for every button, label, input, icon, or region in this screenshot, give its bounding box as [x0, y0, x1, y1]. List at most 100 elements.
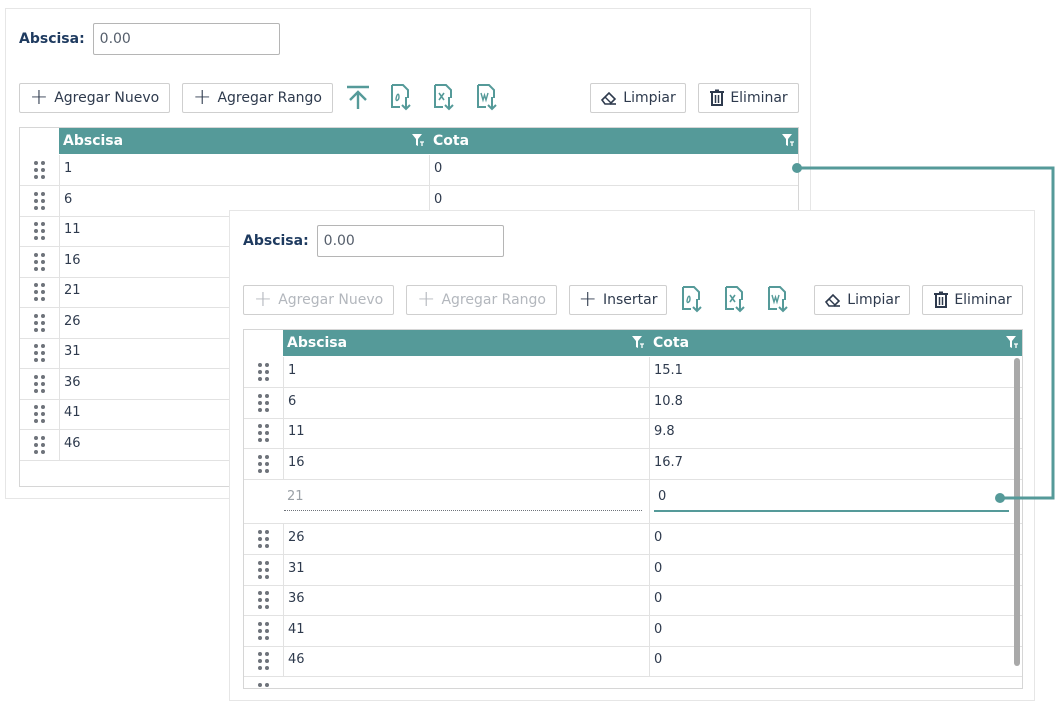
add-range-button[interactable]: + Agregar Rango [182, 83, 333, 113]
delete-button[interactable]: Eliminar [698, 83, 799, 113]
vertical-scrollbar[interactable] [1014, 358, 1020, 666]
drag-handle-icon[interactable] [258, 393, 269, 412]
row-handle[interactable] [20, 399, 59, 429]
word-export-icon[interactable] [764, 285, 792, 313]
row-handle[interactable] [20, 277, 59, 307]
cell-abscisa[interactable]: 41 [283, 615, 649, 646]
drag-handle-icon[interactable] [258, 621, 269, 640]
add-new-button[interactable]: + Agregar Nuevo [243, 285, 394, 315]
add-new-button[interactable]: + Agregar Nuevo [19, 83, 170, 113]
cell-abscisa[interactable]: 1 [59, 155, 429, 185]
row-handle[interactable] [20, 155, 59, 185]
row-handle[interactable] [20, 247, 59, 277]
column-header-cota[interactable]: Cota [429, 128, 798, 154]
drag-handle-icon[interactable] [258, 530, 269, 548]
column-header-abscisa[interactable]: Abscisa [283, 330, 649, 356]
row-handle[interactable] [244, 555, 283, 585]
column-header-cota[interactable]: Cota [649, 330, 1022, 356]
row-handle[interactable] [244, 585, 283, 615]
abscisa-input[interactable] [316, 225, 504, 257]
abscisa-input[interactable] [92, 23, 280, 55]
row-handle[interactable] [20, 216, 59, 246]
drag-handle-icon[interactable] [258, 560, 269, 579]
table-row[interactable]: 10 [20, 155, 798, 186]
cell-abscisa[interactable]: 36 [283, 585, 649, 615]
cell-abscisa[interactable]: 26 [283, 524, 649, 554]
drag-handle-icon[interactable] [258, 683, 269, 688]
table-row[interactable]: 26 0 [244, 524, 1022, 555]
drag-handle-icon[interactable] [34, 252, 45, 271]
row-handle[interactable] [20, 186, 59, 216]
row-handle[interactable] [244, 524, 283, 554]
drag-handle-icon[interactable] [258, 652, 269, 670]
row-handle[interactable] [20, 369, 59, 399]
filter-icon[interactable] [1005, 335, 1019, 349]
row-handle[interactable] [20, 308, 59, 338]
add-range-button[interactable]: + Agregar Rango [406, 285, 557, 315]
row-handle[interactable] [244, 646, 283, 676]
editing-row[interactable]: 21 0 [244, 479, 1022, 524]
row-handle[interactable] [244, 449, 283, 479]
cell-cota[interactable]: 0 [649, 554, 1014, 585]
row-handle[interactable] [244, 418, 283, 448]
cell-cota[interactable]: 16.7 [649, 448, 1014, 479]
drag-handle-icon[interactable] [34, 313, 45, 332]
excel-export-icon[interactable] [721, 285, 749, 313]
cell-abscisa[interactable]: 31 [283, 554, 649, 585]
delete-button[interactable]: Eliminar [922, 285, 1023, 315]
cell-cota[interactable]: 0 [649, 524, 1014, 554]
drag-handle-icon[interactable] [34, 405, 45, 423]
drag-handle-icon[interactable] [258, 363, 269, 381]
cell-cota[interactable]: 15.1 [649, 357, 1014, 387]
drag-handle-icon[interactable] [34, 191, 45, 210]
row-handle[interactable] [20, 430, 59, 460]
table-row[interactable]: 31 0 [244, 554, 1022, 586]
upload-icon[interactable] [344, 83, 372, 111]
word-export-icon[interactable] [473, 83, 501, 111]
cell-cota[interactable]: 0 [649, 615, 1014, 646]
drag-handle-icon[interactable] [34, 283, 45, 301]
filter-icon[interactable] [411, 133, 425, 147]
row-handle[interactable] [244, 616, 283, 646]
pdf-export-icon[interactable] [678, 285, 706, 313]
pdf-export-icon[interactable] [387, 83, 415, 111]
cell-cota[interactable]: 10.8 [649, 387, 1014, 418]
table-row-partial[interactable] [244, 677, 1022, 689]
table-row[interactable]: 36 0 [244, 585, 1022, 616]
drag-handle-icon[interactable] [34, 161, 45, 179]
cell-cota-editing[interactable]: 0 [649, 479, 1014, 523]
table-row[interactable]: 1 15.1 [244, 357, 1022, 388]
cell-abscisa[interactable]: 16 [283, 448, 649, 479]
row-handle[interactable] [244, 357, 283, 387]
filter-icon[interactable] [781, 133, 795, 147]
drag-handle-icon[interactable] [34, 222, 45, 240]
table-row[interactable]: 6 10.8 [244, 387, 1022, 419]
cell-cota[interactable]: 0 [649, 646, 1014, 676]
column-header-abscisa[interactable]: Abscisa [59, 128, 429, 154]
cell-cota[interactable]: 0 [429, 155, 798, 185]
drag-handle-icon[interactable] [258, 591, 269, 609]
insert-button[interactable]: + Insertar [569, 285, 667, 315]
clear-button[interactable]: Limpiar [590, 83, 686, 113]
cell-abscisa[interactable]: 1 [283, 357, 649, 387]
drag-handle-icon[interactable] [34, 435, 45, 454]
row-handle[interactable] [244, 677, 283, 689]
table-row[interactable]: 46 0 [244, 646, 1022, 677]
drag-handle-icon[interactable] [258, 454, 269, 473]
excel-export-icon[interactable] [430, 83, 458, 111]
filter-icon[interactable] [631, 335, 645, 349]
drag-handle-icon[interactable] [34, 344, 45, 362]
drag-handle-icon[interactable] [258, 424, 269, 442]
row-handle[interactable] [244, 388, 283, 418]
table-row[interactable]: 11 9.8 [244, 418, 1022, 449]
cell-abscisa[interactable]: 6 [283, 387, 649, 418]
cell-abscisa[interactable]: 46 [283, 646, 649, 676]
table-row[interactable]: 41 0 [244, 615, 1022, 647]
cell-abscisa[interactable]: 11 [283, 418, 649, 448]
table-row[interactable]: 16 16.7 [244, 448, 1022, 480]
clear-button[interactable]: Limpiar [814, 285, 910, 315]
cell-cota[interactable]: 9.8 [649, 418, 1014, 448]
drag-handle-icon[interactable] [34, 374, 45, 393]
cell-cota[interactable]: 0 [649, 585, 1014, 615]
row-handle[interactable] [20, 338, 59, 368]
